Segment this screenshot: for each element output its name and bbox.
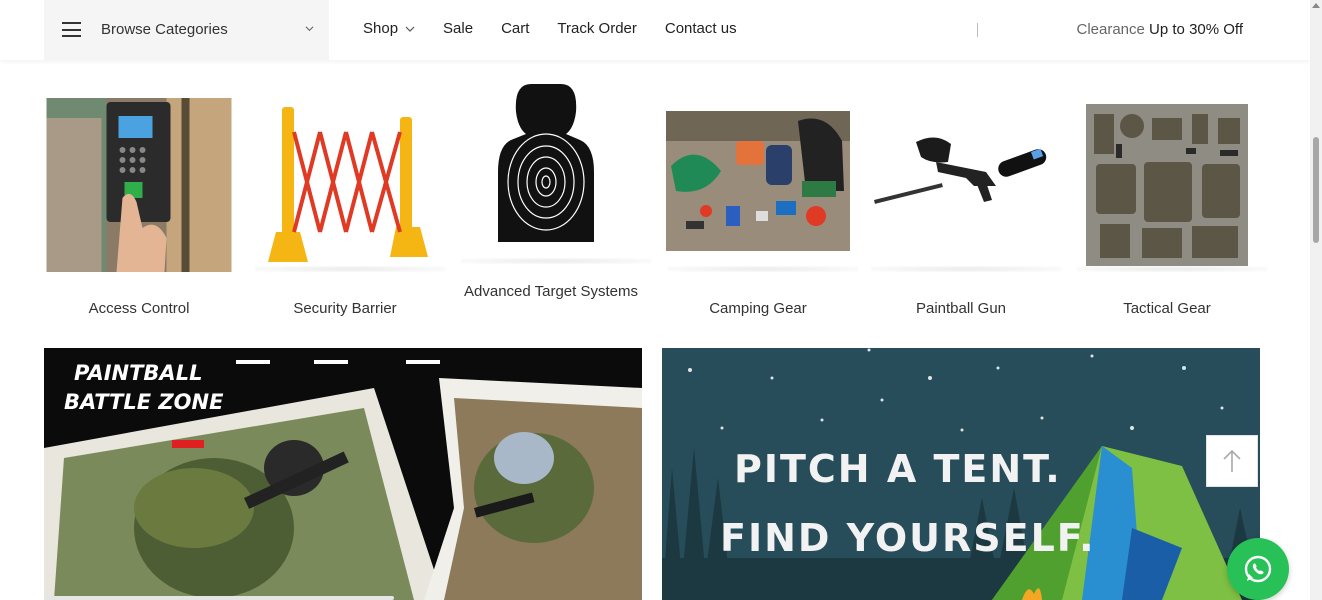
banner-left-line2: BATTLE ZONE xyxy=(64,390,224,414)
security-barrier-image xyxy=(268,107,428,262)
nav-track-order[interactable]: Track Order xyxy=(557,20,636,37)
nav-sale-label: Sale xyxy=(443,20,474,37)
banner-camping[interactable]: PITCH A TENT. FIND YOURSELF. xyxy=(662,348,1260,600)
top-navbar: Browse Categories Shop Sale Cart Track O… xyxy=(0,0,1310,60)
category-label: Paintball Gun xyxy=(915,300,1007,317)
image-shadow xyxy=(255,266,445,272)
clearance-offer: Up to 30% Off xyxy=(1149,21,1243,38)
image-shadow xyxy=(668,266,858,272)
nav-shop-label: Shop xyxy=(363,20,399,37)
category-label: Advanced Target Systems xyxy=(464,283,638,300)
nav-cart-label: Cart xyxy=(501,20,530,37)
scroll-up-icon[interactable] xyxy=(1312,3,1320,8)
whatsapp-icon xyxy=(1244,555,1272,583)
nav-contact-us[interactable]: Contact us xyxy=(665,20,737,37)
image-shadow xyxy=(871,266,1061,272)
image-shadow xyxy=(1077,266,1267,272)
nav-sale[interactable]: Sale xyxy=(443,20,473,37)
category-label: Access Control xyxy=(88,300,190,317)
banner-paintball[interactable]: PAINTBALL BATTLE ZONE xyxy=(44,348,642,600)
camping-banner-image: PITCH A TENT. FIND YOURSELF. xyxy=(662,348,1260,600)
category-paintball-gun[interactable]: Paintball Gun xyxy=(866,80,1061,330)
browse-categories-button[interactable]: Browse Categories xyxy=(44,0,329,60)
banner-left-line1: PAINTBALL xyxy=(74,361,202,385)
category-label: Security Barrier xyxy=(293,300,397,317)
camping-gear-image xyxy=(666,111,850,251)
whatsapp-chat-button[interactable] xyxy=(1227,538,1289,600)
category-label: Tactical Gear xyxy=(1123,300,1211,317)
nav-track-order-label: Track Order xyxy=(557,20,637,37)
paintball-gun-image xyxy=(874,137,1047,204)
category-security-barrier[interactable]: Security Barrier xyxy=(250,80,445,330)
clearance-promo[interactable]: Clearance Up to 30% Off xyxy=(1077,21,1244,38)
nav-shop[interactable]: Shop xyxy=(363,20,415,37)
paintball-banner-image: PAINTBALL BATTLE ZONE xyxy=(44,348,642,600)
menu-icon xyxy=(62,22,81,37)
chevron-down-icon xyxy=(405,26,415,32)
browse-categories-label: Browse Categories xyxy=(101,21,228,38)
nav-cart[interactable]: Cart xyxy=(501,20,529,37)
target-systems-image xyxy=(498,84,594,242)
tactical-gear-image xyxy=(1086,104,1248,266)
category-advanced-target-systems[interactable]: Advanced Target Systems xyxy=(456,80,651,330)
category-label: Camping Gear xyxy=(709,300,807,317)
scroll-to-top-button[interactable] xyxy=(1206,435,1258,487)
nav-divider xyxy=(977,23,978,37)
chevron-down-icon xyxy=(305,26,314,32)
horizontal-scroll-indicator xyxy=(44,596,394,600)
banner-right-line2: FIND YOURSELF. xyxy=(720,516,1096,560)
nav-contact-us-label: Contact us xyxy=(664,20,737,37)
scrollbar-thumb[interactable] xyxy=(1313,137,1319,243)
category-camping-gear[interactable]: Camping Gear xyxy=(663,80,858,330)
category-tactical-gear[interactable]: Tactical Gear xyxy=(1072,80,1267,330)
arrow-up-icon xyxy=(1223,449,1241,472)
category-access-control[interactable]: Access Control xyxy=(44,80,234,330)
access-control-image xyxy=(46,98,232,272)
image-shadow xyxy=(461,258,651,264)
banner-right-line1: PITCH A TENT. xyxy=(734,447,1062,491)
main-nav: Shop Sale Cart Track Order Contact us xyxy=(363,20,765,37)
page-scrollbar[interactable] xyxy=(1310,0,1322,600)
clearance-prefix: Clearance xyxy=(1076,21,1145,38)
